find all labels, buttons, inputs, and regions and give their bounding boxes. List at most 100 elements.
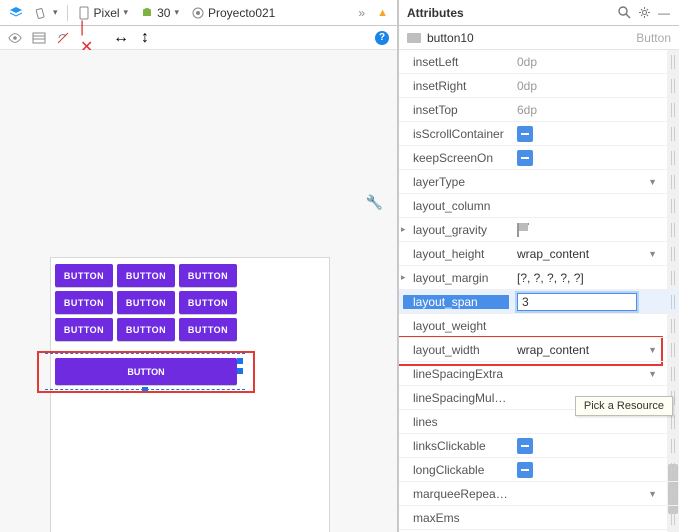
attr-row-maxems[interactable]: maxEms [399,506,679,530]
pick-resource-icon[interactable] [671,55,675,69]
pick-resource-icon[interactable] [671,151,675,165]
attr-name: insetRight [399,79,509,93]
grid-button[interactable]: BUTTON [55,318,113,341]
design-canvas[interactable]: 🔧 BUTTON BUTTON BUTTON BUTTON BUTTON BUT… [0,50,397,532]
api-selector[interactable]: 30▾ [137,5,182,21]
attr-value[interactable] [509,150,679,166]
chevron-down-icon[interactable]: ▼ [648,177,657,187]
pick-resource-icon[interactable] [671,295,675,309]
attr-row-insettop[interactable]: insetTop6dp [399,98,679,122]
attr-row-layoutmargin[interactable]: ▸layout_margin[?, ?, ?, ?, ?] [399,266,679,290]
more-actions[interactable]: » [355,5,368,21]
attr-value[interactable]: ▼ [509,489,679,499]
attr-row-marqueerepeat[interactable]: marqueeRepeat…▼ [399,482,679,506]
attr-value[interactable]: ▼ [509,369,679,379]
attr-row-linksclickable[interactable]: linksClickable [399,434,679,458]
attr-name: linksClickable [399,439,509,453]
expand-icon[interactable]: ▸ [401,272,406,283]
wrench-icon[interactable]: 🔧 [366,194,383,211]
grid-button[interactable]: BUTTON [179,318,237,341]
expand-icon[interactable]: ▸ [401,224,406,235]
pick-resource-icon[interactable] [671,463,675,477]
pick-resource-icon[interactable] [671,439,675,453]
pick-resource-icon[interactable] [671,223,675,237]
attr-value[interactable]: wrap_content▼ [509,343,679,357]
attr-value[interactable]: wrap_content▼ [509,247,679,261]
grid-button[interactable]: BUTTON [179,264,237,287]
attr-row-isscrollcontainer[interactable]: isScrollContainer [399,122,679,146]
attr-name: lineSpacingExtra [399,367,509,381]
attr-value[interactable]: 0dp [509,55,679,69]
chevron-down-icon[interactable]: ▼ [648,369,657,379]
attr-value[interactable]: 6dp [509,103,679,117]
pan-h-icon[interactable]: ↔ [114,31,128,45]
grid-button[interactable]: BUTTON [179,291,237,314]
blueprint-icon[interactable] [32,31,46,45]
warning-icon[interactable]: ▲ [374,6,391,20]
attr-value[interactable] [509,438,679,454]
toggle-chip[interactable] [517,150,533,166]
refresh-off-icon[interactable] [56,31,70,45]
grid-button[interactable]: BUTTON [117,291,175,314]
attr-row-layoutheight[interactable]: layout_heightwrap_content▼ [399,242,679,266]
attr-row-linespacingextra[interactable]: lineSpacingExtra ▼ [399,362,679,386]
grid-button[interactable]: BUTTON [55,291,113,314]
pick-resource-icon[interactable] [671,487,675,501]
chevron-down-icon[interactable]: ▼ [648,345,657,355]
attr-row-layoutcolumn[interactable]: layout_column [399,194,679,218]
attr-row-layoutwidth[interactable]: layout_widthwrap_content▼ [399,338,679,362]
pick-resource-icon[interactable] [671,271,675,285]
help-icon[interactable]: ? [375,31,389,45]
project-label: Proyecto021 [208,6,275,20]
grid-button[interactable]: BUTTON [117,264,175,287]
attr-row-insetright[interactable]: insetRight0dp [399,74,679,98]
attribute-list: Pick a Resource insetLeft0dpinsetRight0d… [399,50,679,532]
grid-button[interactable]: BUTTON [117,318,175,341]
search-icon[interactable] [617,6,631,20]
attr-value[interactable]: ▼ [509,177,679,187]
gear-icon[interactable] [637,6,651,20]
orientation-icon[interactable]: ▾ [32,5,61,21]
grid-button[interactable]: BUTTON [55,264,113,287]
pick-resource-icon[interactable] [671,175,675,189]
pick-resource-icon[interactable] [671,247,675,261]
attr-row-insetleft[interactable]: insetLeft 0dp [399,50,679,74]
pick-resource-icon[interactable] [671,511,675,525]
theme-selector[interactable]: Proyecto021 [188,5,278,21]
pick-resource-icon[interactable] [671,79,675,93]
attr-value[interactable] [509,223,679,237]
pick-resource-icon[interactable] [671,127,675,141]
chevron-down-icon[interactable]: ▼ [648,489,657,499]
selected-component-row[interactable]: button10 Button [399,26,679,50]
attr-row-layertype[interactable]: layerType▼ [399,170,679,194]
attr-value[interactable] [509,462,679,478]
pick-resource-icon[interactable] [671,103,675,117]
toggle-chip[interactable] [517,438,533,454]
attr-row-keepscreenon[interactable]: keepScreenOn [399,146,679,170]
eye-icon[interactable] [8,31,22,45]
attr-name: insetLeft [399,55,509,69]
pick-resource-icon[interactable] [671,367,675,381]
align-off-icon[interactable]: |✕ [80,31,94,45]
toggle-chip[interactable] [517,462,533,478]
attr-value[interactable] [509,126,679,142]
toggle-chip[interactable] [517,126,533,142]
pick-resource-icon[interactable] [671,199,675,213]
attr-row-layoutgravity[interactable]: ▸layout_gravity [399,218,679,242]
attr-row-longclickable[interactable]: longClickable [399,458,679,482]
flag-icon[interactable] [517,223,529,237]
chevron-down-icon[interactable]: ▼ [648,249,657,259]
attr-row-layoutweight[interactable]: layout_weight [399,314,679,338]
attr-value[interactable] [509,293,679,311]
layers-icon[interactable] [6,5,26,21]
pick-resource-icon[interactable] [671,319,675,333]
pick-resource-icon[interactable] [671,343,675,357]
attr-value[interactable]: 0dp [509,79,679,93]
minimize-icon[interactable]: — [657,6,671,20]
pan-v-icon[interactable]: ↕ [138,31,152,45]
attr-row-layoutspan[interactable]: layout_span [399,290,679,314]
pick-resource-icon[interactable] [671,415,675,429]
attr-value[interactable]: [?, ?, ?, ?, ?] [509,271,679,285]
attr-text: 0dp [517,55,537,69]
attr-input[interactable] [517,293,637,311]
